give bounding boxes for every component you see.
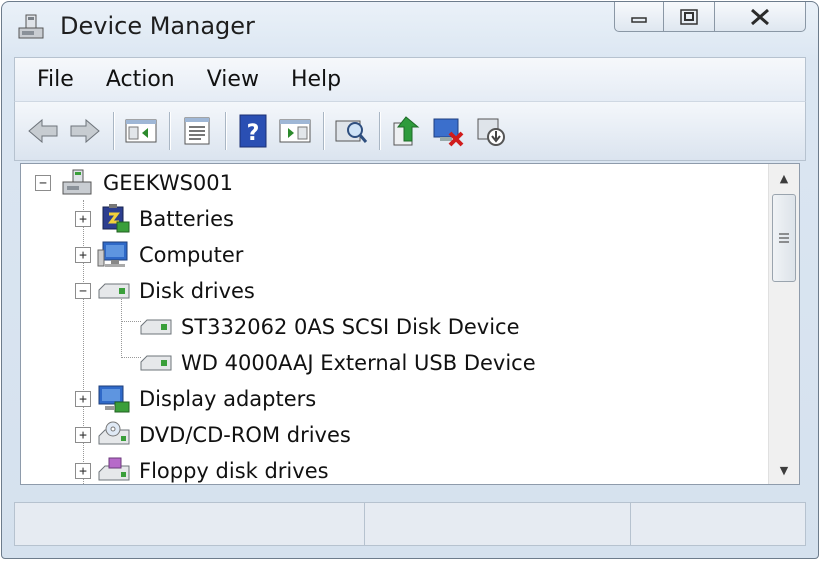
uninstall-device-icon [433, 118, 464, 147]
scroll-down-arrow[interactable]: ▼ [769, 456, 799, 484]
client-area: File Action View Help ? − GEEKWS001 + Ba… [14, 57, 806, 546]
expand-toggle[interactable]: + [75, 211, 91, 227]
tree-node-label: Disk drives [139, 279, 255, 303]
menu-action[interactable]: Action [90, 63, 191, 97]
caption-buttons [614, 2, 806, 32]
expand-toggle[interactable]: + [75, 463, 91, 479]
toolbar-separator [323, 112, 325, 150]
tree-node-label: DVD/CD-ROM drives [139, 423, 351, 447]
tree-node-dvd-cdrom-drives[interactable]: + DVD/CD-ROM drives [75, 418, 351, 452]
window-title: Device Manager [60, 12, 255, 40]
properties-icon [184, 117, 210, 145]
tree-root[interactable]: − GEEKWS001 [35, 166, 233, 200]
close-icon [751, 8, 769, 25]
tree-node-disk-drives[interactable]: − Disk drives [75, 274, 255, 308]
disk-drive-icon [139, 348, 173, 378]
device-manager-app-icon [16, 12, 48, 44]
forward-button[interactable] [65, 111, 105, 151]
floppy-drive-icon [97, 456, 131, 484]
tree-node-wd4000aaj-disk[interactable]: WD 4000AAJ External USB Device [139, 346, 536, 380]
battery-icon [97, 204, 131, 234]
tree-line [121, 357, 141, 358]
scroll-thumb[interactable] [772, 194, 796, 282]
status-pane-3 [631, 503, 805, 545]
expand-toggle[interactable]: + [75, 427, 91, 443]
update-driver-icon [393, 116, 420, 146]
tree-line [121, 321, 141, 322]
scroll-up-arrow[interactable]: ▲ [769, 164, 799, 192]
vertical-scrollbar[interactable]: ▲ ▼ [768, 164, 799, 484]
show-action-pane-button[interactable] [275, 111, 315, 151]
tree-node-display-adapters[interactable]: + Display adapters [75, 382, 316, 416]
toolbar-separator [225, 112, 227, 150]
toolbar-separator [379, 112, 381, 150]
maximize-icon [680, 8, 698, 25]
menu-help[interactable]: Help [275, 63, 357, 97]
minimize-icon [631, 16, 647, 23]
disable-device-icon [477, 118, 505, 146]
tree-node-batteries[interactable]: + Batteries [75, 202, 234, 236]
toolbar-separator [169, 112, 171, 150]
disk-drive-icon [139, 312, 173, 342]
collapse-toggle[interactable]: − [35, 175, 51, 191]
back-button[interactable] [23, 111, 63, 151]
expand-toggle[interactable]: + [75, 247, 91, 263]
device-tree: − GEEKWS001 + Batteries + Computer − Dis… [21, 164, 769, 484]
title-bar[interactable]: Device Manager [2, 2, 818, 52]
update-driver-button[interactable] [387, 111, 427, 151]
tree-node-floppy-disk-drives[interactable]: + Floppy disk drives [75, 454, 329, 484]
close-button[interactable] [714, 2, 806, 32]
expand-toggle[interactable]: + [75, 391, 91, 407]
help-button[interactable]: ? [233, 111, 273, 151]
computer-root-icon [61, 168, 95, 198]
device-tree-panel: − GEEKWS001 + Batteries + Computer − Dis… [20, 163, 800, 485]
scan-hardware-changes-button[interactable] [331, 111, 371, 151]
svg-text:?: ? [247, 121, 260, 146]
menu-file[interactable]: File [15, 63, 90, 97]
menu-view[interactable]: View [191, 63, 275, 97]
toolbar: ? [14, 101, 806, 161]
tree-node-label: WD 4000AAJ External USB Device [181, 351, 536, 375]
menu-bar: File Action View Help [14, 57, 806, 101]
tree-root-label: GEEKWS001 [103, 171, 234, 195]
maximize-button[interactable] [664, 2, 714, 32]
device-manager-window: Device Manager File Action View Help ? −… [1, 1, 819, 559]
show-action-pane-icon [279, 119, 311, 143]
back-arrow-icon [28, 118, 58, 144]
display-adapter-icon [97, 384, 131, 414]
computer-icon [97, 240, 131, 270]
tree-node-label: Batteries [139, 207, 234, 231]
tree-node-label: Display adapters [139, 387, 317, 411]
status-bar [14, 502, 806, 546]
disk-drive-icon [97, 276, 131, 306]
properties-button[interactable] [177, 111, 217, 151]
tree-node-label: Computer [139, 243, 244, 267]
minimize-button[interactable] [614, 2, 664, 32]
dvd-drive-icon [97, 420, 131, 450]
show-hide-console-tree-button[interactable] [121, 111, 161, 151]
grip-icon [779, 233, 789, 243]
uninstall-device-button[interactable] [429, 111, 469, 151]
show-hide-console-tree-icon [125, 119, 157, 143]
tree-node-st332062-disk[interactable]: ST332062 0AS SCSI Disk Device [139, 310, 520, 344]
toolbar-separator [113, 112, 115, 150]
disable-device-button[interactable] [471, 111, 511, 151]
tree-node-label: ST332062 0AS SCSI Disk Device [181, 315, 520, 339]
scan-hardware-changes-icon [335, 120, 368, 143]
help-icon: ? [239, 114, 267, 148]
tree-node-computer[interactable]: + Computer [75, 238, 243, 272]
collapse-toggle[interactable]: − [75, 283, 91, 299]
tree-node-label: Floppy disk drives [139, 459, 329, 483]
status-pane-2 [365, 503, 631, 545]
forward-arrow-icon [70, 118, 100, 144]
status-pane-1 [15, 503, 365, 545]
